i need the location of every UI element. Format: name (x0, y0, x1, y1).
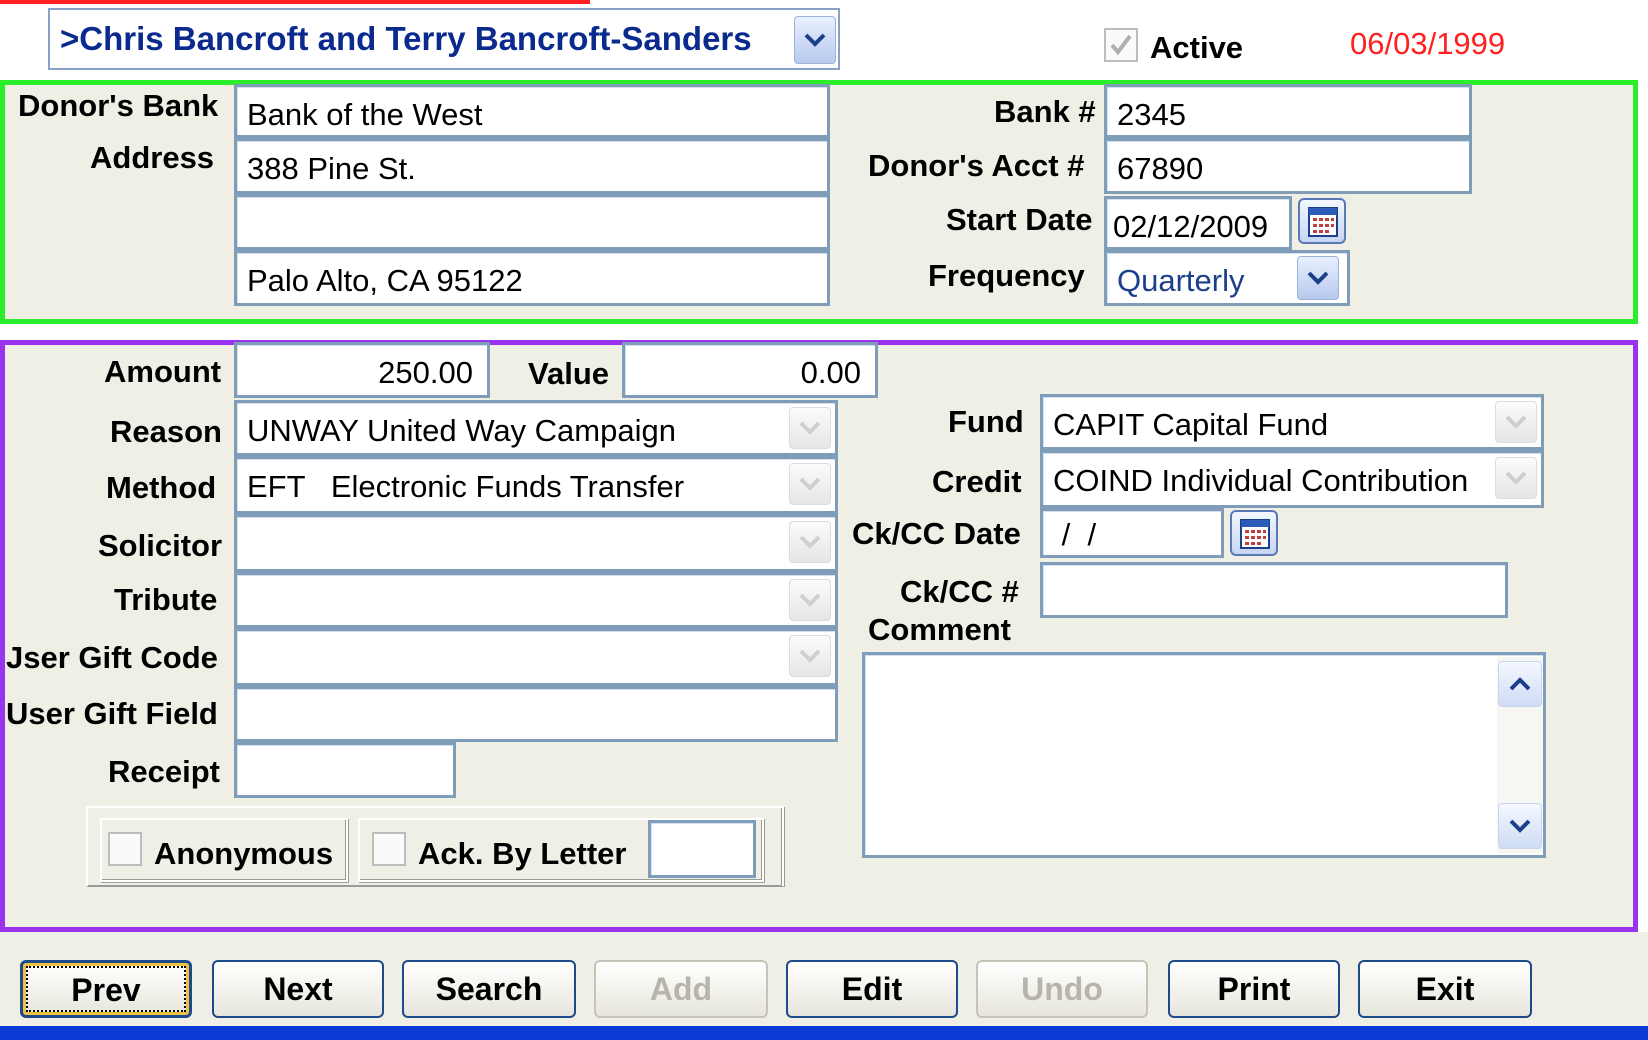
credit-value: COIND Individual Contribution (1053, 463, 1469, 498)
value-field[interactable]: 0.00 (622, 342, 878, 398)
chevron-down-icon[interactable] (1498, 803, 1542, 849)
active-checkbox[interactable] (1104, 28, 1138, 62)
chevron-down-icon[interactable] (789, 521, 831, 563)
address-line2-field[interactable] (234, 194, 830, 250)
bank-number-value: 2345 (1117, 97, 1186, 132)
solicitor-select[interactable] (234, 514, 838, 572)
donors-acct-value: 67890 (1117, 151, 1204, 186)
red-accent-line (0, 0, 590, 4)
donor-selector[interactable]: >Chris Bancroft and Terry Bancroft-Sande… (48, 8, 840, 70)
receipt-field[interactable] (234, 742, 456, 798)
comment-textarea[interactable] (862, 652, 1546, 858)
fund-value: CAPIT Capital Fund (1053, 407, 1329, 442)
ckcc-date-label: Ck/CC Date (852, 516, 1021, 551)
bank-number-label: Bank # (994, 94, 1096, 129)
chevron-down-icon[interactable] (1495, 457, 1537, 499)
frequency-label: Frequency (928, 258, 1085, 293)
fund-label: Fund (948, 404, 1024, 439)
ack-by-letter-label: Ack. By Letter (418, 836, 627, 871)
start-date-value: 02/12/2009 (1113, 209, 1269, 244)
active-label: Active (1150, 30, 1244, 65)
solicitor-label: Solicitor (98, 528, 223, 563)
user-gift-code-label: Jser Gift Code (6, 640, 218, 675)
prev-button[interactable]: Prev (20, 960, 192, 1018)
ack-by-letter-field[interactable] (648, 820, 756, 878)
chevron-down-icon[interactable] (789, 463, 831, 505)
record-date: 06/03/1999 (1350, 26, 1506, 61)
chevron-up-icon[interactable] (1498, 661, 1542, 707)
credit-select[interactable]: COIND Individual Contribution (1040, 450, 1544, 508)
comment-scrollbar[interactable] (1497, 657, 1543, 853)
ckcc-date-field[interactable]: / / (1040, 508, 1224, 558)
reason-select[interactable]: UNWAY United Way Campaign (234, 400, 838, 456)
ckcc-number-field[interactable] (1040, 562, 1508, 618)
chevron-down-icon[interactable] (789, 407, 831, 449)
checkmark-icon (1110, 34, 1132, 56)
method-value: EFT Electronic Funds Transfer (247, 469, 685, 504)
start-date-label: Start Date (946, 202, 1093, 237)
method-label: Method (106, 470, 217, 505)
calendar-icon[interactable] (1230, 510, 1278, 556)
address-line3-field[interactable]: Palo Alto, CA 95122 (234, 250, 830, 306)
frequency-select[interactable]: Quarterly (1104, 250, 1350, 306)
chevron-down-icon[interactable] (789, 635, 831, 677)
add-button[interactable]: Add (594, 960, 768, 1018)
address-line1-value: 388 Pine St. (247, 151, 416, 186)
amount-label: Amount (104, 354, 222, 389)
ckcc-date-value: / / (1053, 517, 1097, 552)
anonymous-checkbox[interactable] (108, 832, 142, 866)
address-label: Address (90, 140, 215, 175)
tribute-label: Tribute (114, 582, 218, 617)
donors-bank-value: Bank of the West (247, 97, 483, 132)
reason-label: Reason (110, 414, 222, 449)
panel-gap (0, 324, 1638, 340)
amount-value: 250.00 (378, 355, 473, 390)
edit-button[interactable]: Edit (786, 960, 958, 1018)
donors-acct-field[interactable]: 67890 (1104, 138, 1472, 194)
donor-name: >Chris Bancroft and Terry Bancroft-Sande… (60, 20, 752, 57)
frequency-value: Quarterly (1117, 263, 1245, 298)
bank-number-field[interactable]: 2345 (1104, 84, 1472, 138)
receipt-label: Receipt (108, 754, 220, 789)
reason-value: UNWAY United Way Campaign (247, 413, 676, 448)
calendar-icon[interactable] (1298, 198, 1346, 244)
chevron-down-icon[interactable] (1297, 256, 1339, 300)
donors-bank-label: Donor's Bank (18, 88, 219, 123)
user-gift-code-select[interactable] (234, 628, 838, 686)
chevron-down-icon[interactable] (794, 16, 836, 64)
print-button[interactable]: Print (1168, 960, 1340, 1018)
chevron-down-icon[interactable] (789, 579, 831, 621)
ckcc-number-label: Ck/CC # (900, 574, 1019, 609)
value-label: Value (528, 356, 609, 391)
ack-by-letter-checkbox[interactable] (372, 832, 406, 866)
chevron-down-icon[interactable] (1495, 401, 1537, 443)
undo-button[interactable]: Undo (976, 960, 1148, 1018)
user-gift-field-input[interactable] (234, 686, 838, 742)
start-date-field[interactable]: 02/12/2009 (1104, 196, 1292, 250)
fund-select[interactable]: CAPIT Capital Fund (1040, 394, 1544, 450)
comment-label: Comment (868, 612, 1011, 647)
credit-label: Credit (932, 464, 1022, 499)
search-button[interactable]: Search (402, 960, 576, 1018)
status-bar (0, 1026, 1648, 1040)
donors-bank-field[interactable]: Bank of the West (234, 84, 830, 138)
exit-button[interactable]: Exit (1358, 960, 1532, 1018)
value-value: 0.00 (800, 355, 861, 390)
address-line3-value: Palo Alto, CA 95122 (247, 263, 523, 298)
anonymous-label: Anonymous (154, 836, 334, 871)
next-button[interactable]: Next (212, 960, 384, 1018)
tribute-select[interactable] (234, 572, 838, 628)
donors-acct-label: Donor's Acct # (868, 148, 1085, 183)
method-select[interactable]: EFT Electronic Funds Transfer (234, 456, 838, 514)
user-gift-field-label: User Gift Field (6, 696, 218, 731)
amount-field[interactable]: 250.00 (234, 342, 490, 398)
address-line1-field[interactable]: 388 Pine St. (234, 138, 830, 194)
